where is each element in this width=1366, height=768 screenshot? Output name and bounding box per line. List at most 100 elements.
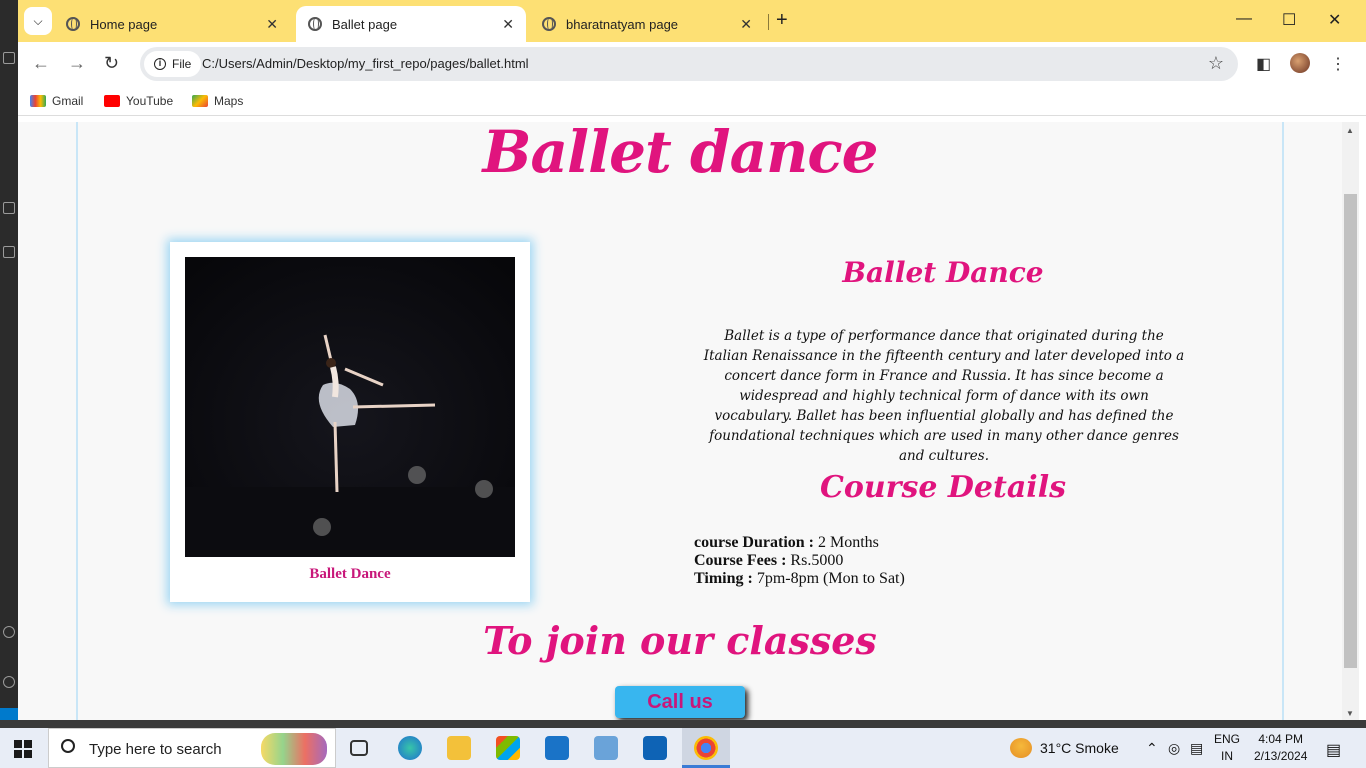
gmail-icon — [30, 95, 46, 107]
join-heading: To join our classes — [483, 618, 877, 663]
back-icon[interactable]: ← — [32, 53, 50, 74]
chip-label: File — [172, 57, 192, 71]
close-window-icon[interactable]: ✕ — [1328, 10, 1341, 30]
account-icon — [3, 626, 15, 638]
page-scrollbar[interactable]: ▲ ▼ — [1342, 122, 1359, 720]
url-text[interactable]: C:/Users/Admin/Desktop/my_first_repo/pag… — [202, 56, 529, 71]
vscode-sidebar — [0, 0, 18, 720]
mail-icon[interactable] — [545, 736, 569, 760]
profile-avatar[interactable] — [1290, 53, 1310, 73]
chrome-task-active[interactable] — [682, 728, 730, 768]
panel-icon — [3, 246, 15, 258]
bookmark-star-icon[interactable]: ☆ — [1208, 53, 1224, 74]
scroll-up-icon[interactable]: ▲ — [1346, 126, 1354, 135]
new-tab-button[interactable]: + — [776, 9, 788, 32]
detail-value: 7pm-8pm (Mon to Sat) — [756, 570, 905, 587]
minimize-icon[interactable]: — — [1236, 10, 1252, 28]
windows-taskbar: Type here to search 31°C Smoke ⌃ ◎ ▤ ENG… — [0, 728, 1366, 768]
chevron-up-icon[interactable]: ⌃ — [1146, 740, 1158, 757]
tab-label: Ballet page — [332, 16, 398, 32]
scroll-thumb[interactable] — [1344, 194, 1357, 668]
detail-label: course Duration : — [694, 534, 814, 551]
course-details: course Duration : 2 Months Course Fees :… — [694, 534, 905, 588]
youtube-icon — [104, 95, 120, 107]
taskbar-clock[interactable]: 4:04 PM 2/13/2024 — [1254, 731, 1307, 765]
course-duration-row: course Duration : 2 Months — [694, 534, 905, 552]
detail-label: Course Fees : — [694, 552, 787, 569]
weather-icon[interactable] — [1010, 738, 1032, 758]
page-title: Ballet dance — [482, 122, 878, 186]
image-card: Ballet Dance — [170, 242, 530, 602]
tab-divider — [768, 14, 769, 30]
call-us-button[interactable]: Call us — [615, 686, 745, 718]
tab-search-button[interactable]: ⌵ — [24, 7, 52, 35]
bookmark-youtube[interactable]: YouTube — [104, 94, 173, 108]
detail-value: Rs.5000 — [790, 552, 844, 569]
notifications-icon[interactable]: ▤ — [1326, 740, 1341, 760]
close-tab-icon[interactable]: ✕ — [502, 16, 514, 33]
windows-start-icon[interactable] — [14, 740, 32, 758]
clock-date: 2/13/2024 — [1254, 749, 1308, 763]
settings-icon — [3, 676, 15, 688]
search-icon — [61, 739, 75, 753]
image-caption: Ballet Dance — [309, 566, 391, 582]
bookmark-label: Maps — [214, 94, 244, 108]
tab-bharatnatyam-page[interactable]: bharatnatyam page ✕ — [530, 6, 764, 42]
task-view-icon[interactable] — [350, 740, 368, 756]
tab-strip: ⌵ Home page ✕ Ballet page ✕ bharatnatyam… — [18, 0, 1366, 42]
timing-row: Timing : 7pm-8pm (Mon to Sat) — [694, 570, 905, 588]
close-tab-icon[interactable]: ✕ — [266, 16, 278, 33]
tab-home-page[interactable]: Home page ✕ — [54, 6, 290, 42]
globe-icon — [542, 17, 556, 31]
bookmark-maps[interactable]: Maps — [192, 94, 243, 108]
address-bar[interactable]: i File C:/Users/Admin/Desktop/my_first_r… — [140, 47, 1238, 81]
browser-window: ⌵ Home page ✕ Ballet page ✕ bharatnatyam… — [18, 0, 1366, 720]
about-paragraph: Ballet is a type of performance dance th… — [703, 328, 1185, 464]
edge-icon[interactable] — [398, 736, 422, 760]
network-icon[interactable]: ◎ — [1168, 740, 1180, 757]
vscode-status-strip — [0, 720, 1366, 728]
search-placeholder: Type here to search — [89, 741, 222, 758]
taskbar-search[interactable]: Type here to search — [48, 728, 336, 768]
bookmarks-bar: Gmail YouTube Maps — [18, 86, 1366, 116]
maps-icon — [192, 95, 208, 107]
battery-icon[interactable]: ▤ — [1190, 740, 1203, 757]
lang-code: ENG — [1214, 732, 1241, 746]
tab-label: bharatnatyam page — [566, 16, 679, 32]
extensions-icon — [3, 202, 15, 214]
detail-label: Timing : — [694, 570, 753, 587]
store-icon[interactable] — [496, 736, 520, 760]
menu-icon[interactable]: ⋮ — [1330, 54, 1346, 74]
side-panel-icon[interactable]: ◧ — [1256, 54, 1271, 74]
bookmark-label: Gmail — [52, 94, 84, 108]
info-icon: i — [154, 58, 166, 70]
search-highlight-image — [261, 733, 327, 765]
globe-icon — [66, 17, 80, 31]
ballet-photo — [185, 257, 515, 557]
weather-text[interactable]: 31°C Smoke — [1040, 740, 1119, 756]
bookmark-label: YouTube — [126, 94, 174, 108]
tab-label: Home page — [90, 16, 158, 32]
page-viewport: Ballet dance Ballet Dance Ballet Dance B… — [18, 122, 1342, 720]
course-fees-row: Course Fees : Rs.5000 — [694, 552, 905, 570]
scroll-down-icon[interactable]: ▼ — [1346, 709, 1354, 718]
region-code: IN — [1221, 749, 1233, 763]
course-details-heading: Course Details — [819, 470, 1066, 505]
close-tab-icon[interactable]: ✕ — [740, 16, 752, 33]
vscode-icon[interactable] — [643, 736, 667, 760]
tab-ballet-page[interactable]: Ballet page ✕ — [296, 6, 526, 42]
clock-time: 4:04 PM — [1258, 732, 1304, 746]
site-info-chip[interactable]: i File — [144, 51, 202, 77]
about-heading: Ballet Dance — [842, 256, 1044, 289]
file-explorer-icon[interactable] — [447, 736, 471, 760]
maximize-icon[interactable]: ☐ — [1282, 10, 1296, 30]
reload-icon[interactable]: ↻ — [104, 53, 119, 74]
browser-toolbar: ← → ↻ i File C:/Users/Admin/Desktop/my_f… — [18, 42, 1366, 86]
detail-value: 2 Months — [817, 534, 879, 551]
forward-icon[interactable]: → — [68, 53, 86, 74]
globe-icon — [308, 17, 322, 31]
language-indicator[interactable]: ENG IN — [1214, 731, 1240, 765]
pc-icon[interactable] — [594, 736, 618, 760]
bookmark-gmail[interactable]: Gmail — [30, 94, 83, 108]
chrome-icon — [694, 736, 718, 760]
